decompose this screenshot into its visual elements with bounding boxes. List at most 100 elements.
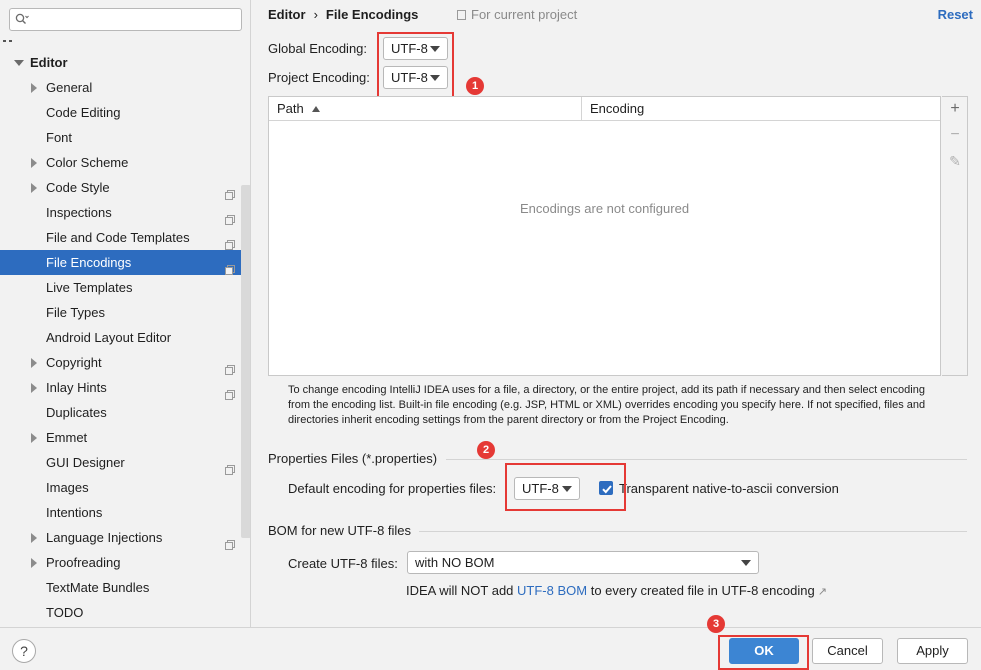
sidebar-item-label: Images	[46, 480, 89, 495]
chevron-right-icon[interactable]	[31, 558, 37, 568]
remove-icon[interactable]: −	[942, 123, 968, 147]
bom-note: IDEA will NOT add UTF-8 BOM to every cre…	[406, 583, 827, 598]
section-divider	[419, 531, 967, 532]
sidebar-item-label: Proofreading	[46, 555, 121, 570]
sidebar-item[interactable]: Language Injections	[0, 525, 250, 550]
breadcrumb-parent[interactable]: Editor	[268, 7, 306, 22]
chevron-right-icon[interactable]	[31, 83, 37, 93]
sidebar-scrollbar-thumb[interactable]	[241, 185, 250, 538]
settings-search-input[interactable]	[9, 8, 242, 31]
create-utf8-label: Create UTF-8 files:	[288, 556, 398, 571]
sidebar-item-label: TODO	[46, 605, 84, 620]
sidebar-item[interactable]: Copyright	[0, 350, 250, 375]
create-utf8-combo[interactable]: with NO BOM	[407, 551, 759, 574]
reset-link[interactable]: Reset	[938, 7, 973, 22]
settings-content: Editor › File Encodings For current projec…	[252, 0, 981, 627]
sidebar-item[interactable]: File Types	[0, 300, 250, 325]
table-empty-message: Encodings are not configured	[519, 201, 690, 216]
bom-section-title: BOM for new UTF-8 files	[268, 523, 412, 538]
project-scope-icon	[225, 383, 235, 400]
encoding-help-text: To change encoding IntelliJ IDEA uses fo…	[288, 384, 926, 426]
sidebar-item[interactable]: Inspections	[0, 200, 250, 225]
sidebar-item-label: File Encodings	[46, 255, 132, 270]
annotation-badge-2: 2	[477, 441, 495, 459]
utf8-bom-link[interactable]: UTF-8 BOM	[517, 583, 587, 598]
chevron-right-icon[interactable]	[31, 158, 37, 168]
project-scope-icon	[225, 208, 235, 225]
chevron-right-icon[interactable]	[31, 383, 37, 393]
dialog-footer: ? OK Cancel Apply	[0, 627, 981, 670]
chevron-down-icon[interactable]	[14, 60, 24, 66]
annotation-badge-1: 1	[466, 77, 484, 95]
sidebar-item[interactable]: Intentions	[0, 500, 250, 525]
sidebar-item-label: General	[46, 80, 93, 95]
project-scope-icon	[225, 258, 235, 275]
help-button[interactable]: ?	[12, 639, 36, 663]
transparent-conversion-label[interactable]: Transparent native-to-ascii conversion	[619, 481, 839, 496]
sidebar-item[interactable]: Color Scheme	[0, 150, 250, 175]
apply-button[interactable]: Apply	[897, 638, 968, 664]
sidebar-item-label: Duplicates	[46, 405, 107, 420]
search-icon	[15, 13, 29, 24]
sidebar-item-label: Intentions	[46, 505, 103, 520]
section-divider	[446, 459, 967, 460]
sidebar-item-label: Color Scheme	[46, 155, 129, 170]
sidebar-item[interactable]: Code Editing	[0, 100, 250, 125]
project-scope-icon	[225, 533, 235, 550]
global-encoding-label: Global Encoding:	[268, 41, 368, 56]
column-header-path-label: Path	[277, 101, 304, 116]
sidebar-item-label: Language Injections	[46, 530, 163, 545]
annotation-highlight-3	[718, 635, 809, 670]
chevron-right-icon[interactable]	[31, 358, 37, 368]
breadcrumb: Editor › File Encodings	[268, 7, 418, 22]
sidebar-item[interactable]: TODO	[0, 600, 250, 625]
sidebar-item[interactable]: Android Layout Editor	[0, 325, 250, 350]
settings-sidebar: Editor General Code Editing Font Color Schem…	[0, 0, 251, 627]
sidebar-item-label: Font	[46, 130, 73, 145]
chevron-right-icon[interactable]	[31, 533, 37, 543]
sidebar-item-label: File Types	[46, 305, 106, 320]
sidebar-item-label: File and Code Templates	[46, 230, 190, 245]
edit-icon[interactable]: ✎	[942, 149, 968, 173]
chevron-down-icon	[741, 560, 751, 566]
project-scope-icon	[457, 10, 466, 20]
column-header-encoding-label: Encoding	[590, 101, 645, 116]
sidebar-item[interactable]: Proofreading	[0, 550, 250, 575]
sidebar-item[interactable]: Live Templates	[0, 275, 250, 300]
cancel-button[interactable]: Cancel	[812, 638, 883, 664]
breadcrumb-separator: ›	[313, 7, 318, 22]
sidebar-item[interactable]: General	[0, 75, 250, 100]
sidebar-item[interactable]: Code Style	[0, 175, 250, 200]
project-scope-icon	[225, 233, 235, 250]
annotation-highlight-2	[505, 463, 626, 511]
sidebar-item-label: Inlay Hints	[46, 380, 107, 395]
sort-ascending-icon	[311, 106, 320, 112]
sidebar-item[interactable]: Duplicates	[0, 400, 250, 425]
column-header-encoding[interactable]: Encoding	[582, 97, 940, 121]
sidebar-item[interactable]: File and Code Templates	[0, 225, 250, 250]
clipped-tree-item	[3, 40, 12, 42]
sidebar-item[interactable]: TextMate Bundles	[0, 575, 250, 600]
sidebar-item[interactable]: Font	[0, 125, 250, 150]
properties-section-title: Properties Files (*.properties)	[268, 451, 438, 466]
bom-note-text: IDEA will NOT add	[406, 583, 518, 598]
breadcrumb-current: File Encodings	[325, 7, 419, 22]
properties-encoding-label: Default encoding for properties files:	[288, 481, 497, 496]
chevron-right-icon[interactable]	[31, 183, 37, 193]
sidebar-item[interactable]: Images	[0, 475, 250, 500]
bom-note-text-end: to every created file in UTF-8 encoding	[587, 583, 815, 598]
sidebar-item[interactable]: GUI Designer	[0, 450, 250, 475]
path-encoding-table[interactable]: Path Encoding Encodings are not configur…	[268, 96, 941, 376]
scope-indicator: For current project	[457, 7, 577, 22]
sidebar-item-label: Inspections	[46, 205, 112, 220]
sidebar-item-label: Code Editing	[46, 105, 121, 120]
sidebar-item-label: Emmet	[46, 430, 88, 445]
add-icon[interactable]: +	[942, 97, 968, 121]
sidebar-item[interactable]: Inlay Hints	[0, 375, 250, 400]
sidebar-item[interactable]: Emmet	[0, 425, 250, 450]
sidebar-item-label: GUI Designer	[46, 455, 125, 470]
chevron-right-icon[interactable]	[31, 433, 37, 443]
sidebar-item[interactable]: Editor	[0, 50, 250, 75]
column-header-path[interactable]: Path	[269, 97, 582, 121]
sidebar-item[interactable]: File Encodings	[0, 250, 250, 275]
